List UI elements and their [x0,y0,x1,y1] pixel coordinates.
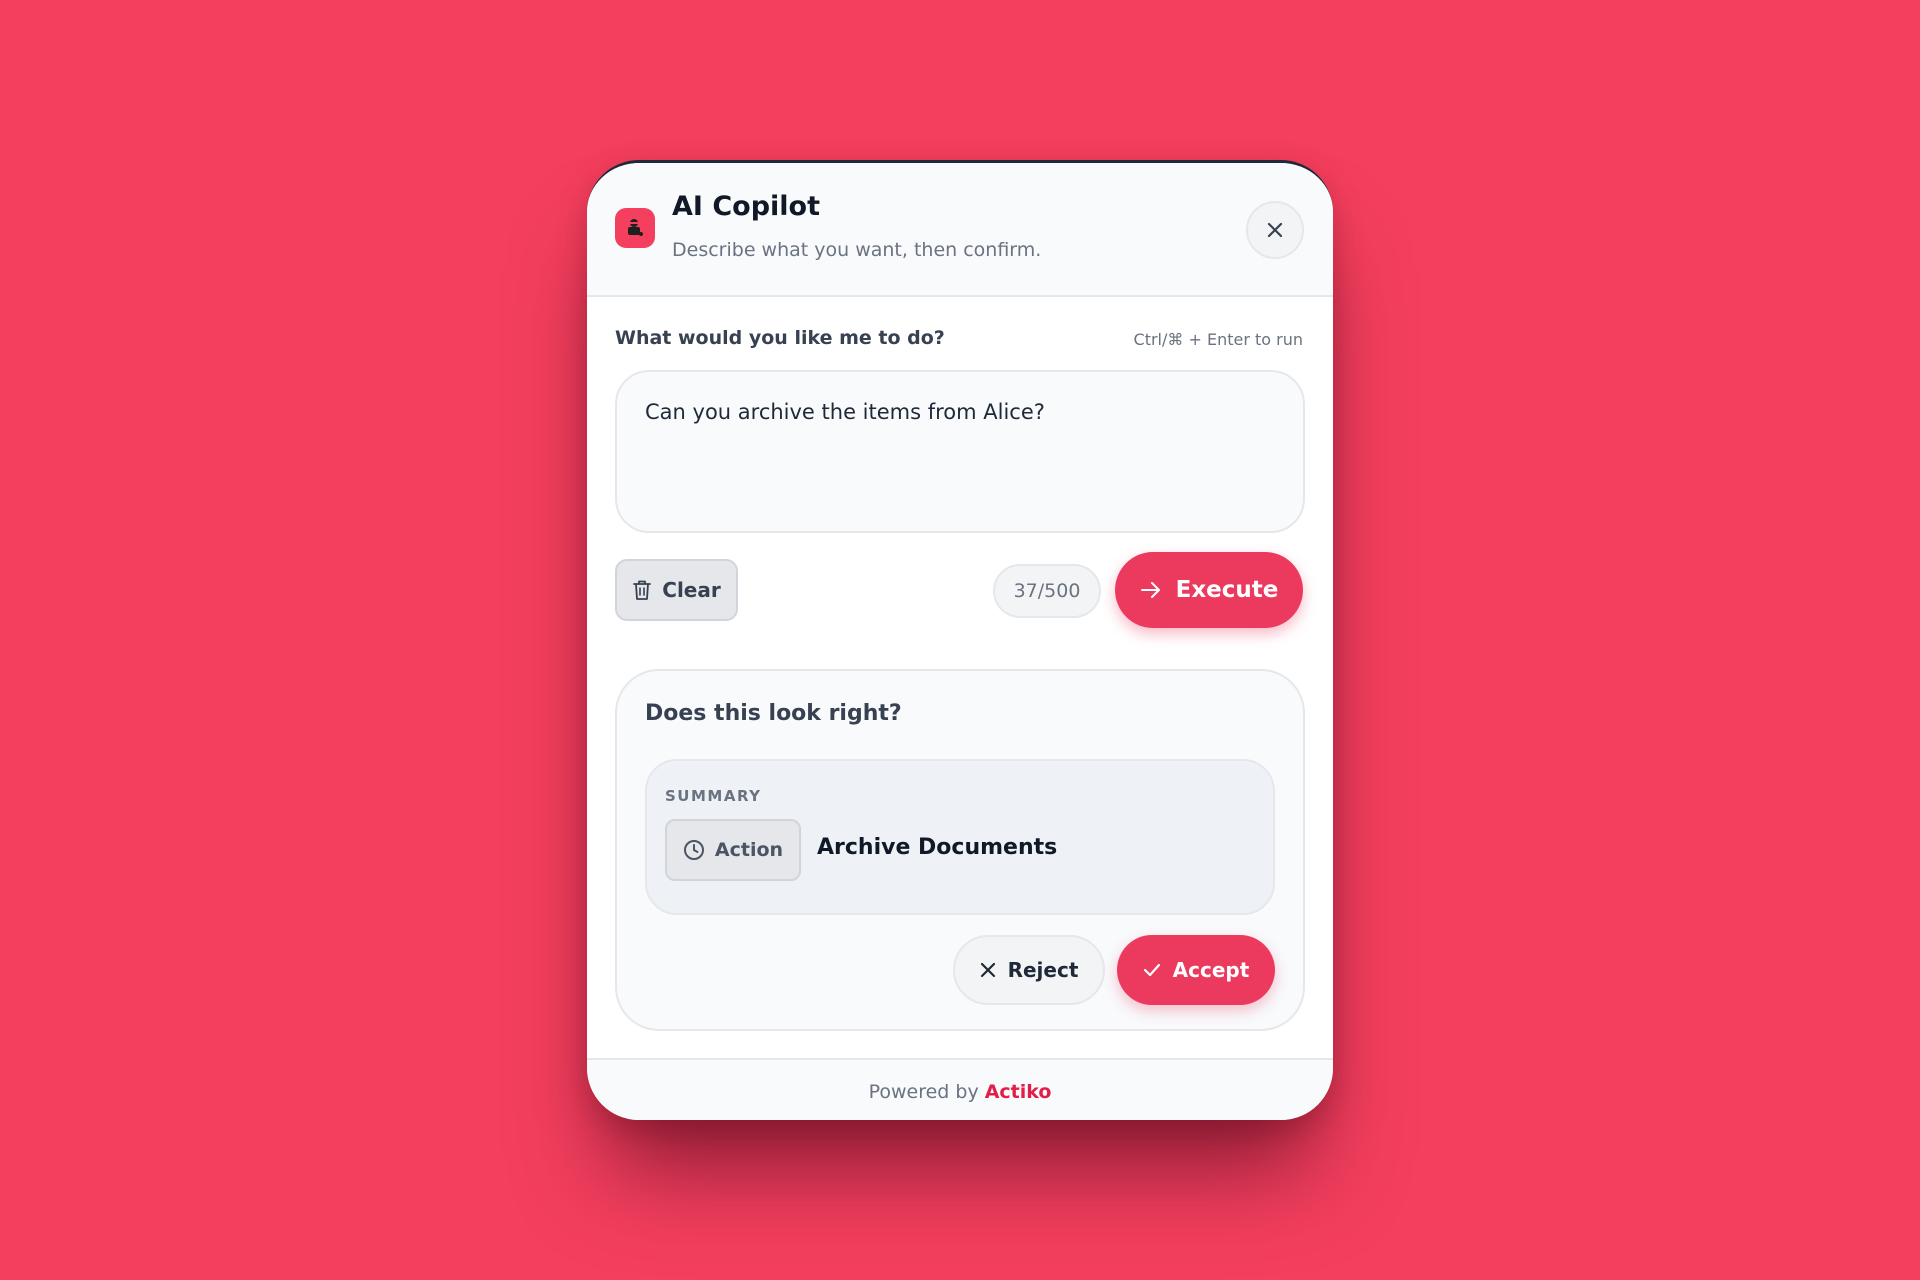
copilot-dialog: AI Copilot Describe what you want, then … [587,160,1333,1120]
dialog-header: AI Copilot Describe what you want, then … [587,163,1333,297]
action-name: Archive Documents [817,835,1058,860]
execute-button[interactable]: Execute [1115,552,1303,628]
arrow-right-icon [1140,582,1160,598]
powered-by-text: Powered by [868,1080,979,1103]
brand-link[interactable]: Actiko [985,1081,1052,1103]
summary-label: SUMMARY [665,787,762,805]
reject-button[interactable]: Reject [953,935,1105,1005]
dialog-title: AI Copilot [672,191,820,222]
accept-button[interactable]: Accept [1117,935,1275,1005]
keyboard-hint: Ctrl/⌘ + Enter to run [1133,330,1303,349]
close-icon [1267,222,1283,238]
character-counter: 37/500 [993,564,1101,618]
robot-icon [615,208,655,248]
check-icon [1143,963,1160,977]
reject-label: Reject [1007,958,1079,982]
confirmation-title: Does this look right? [645,701,902,726]
clock-icon [683,840,704,860]
trash-icon [633,580,652,600]
execute-label: Execute [1175,577,1279,603]
confirmation-panel: Does this look right? SUMMARY Action Arc… [615,669,1305,1031]
close-button[interactable] [1246,201,1304,259]
prompt-label: What would you like me to do? [615,327,945,349]
action-badge: Action [665,819,801,881]
accept-label: Accept [1172,958,1250,982]
prompt-input[interactable]: Can you archive the items from Alice? [615,370,1305,533]
action-badge-label: Action [714,839,784,861]
x-icon [980,962,995,978]
summary-box: SUMMARY Action Archive Documents [645,759,1275,915]
clear-label: Clear [662,578,721,602]
clear-button[interactable]: Clear [615,559,738,621]
dialog-subtitle: Describe what you want, then confirm. [672,239,1042,261]
dialog-footer: Powered by Actiko [587,1058,1333,1120]
